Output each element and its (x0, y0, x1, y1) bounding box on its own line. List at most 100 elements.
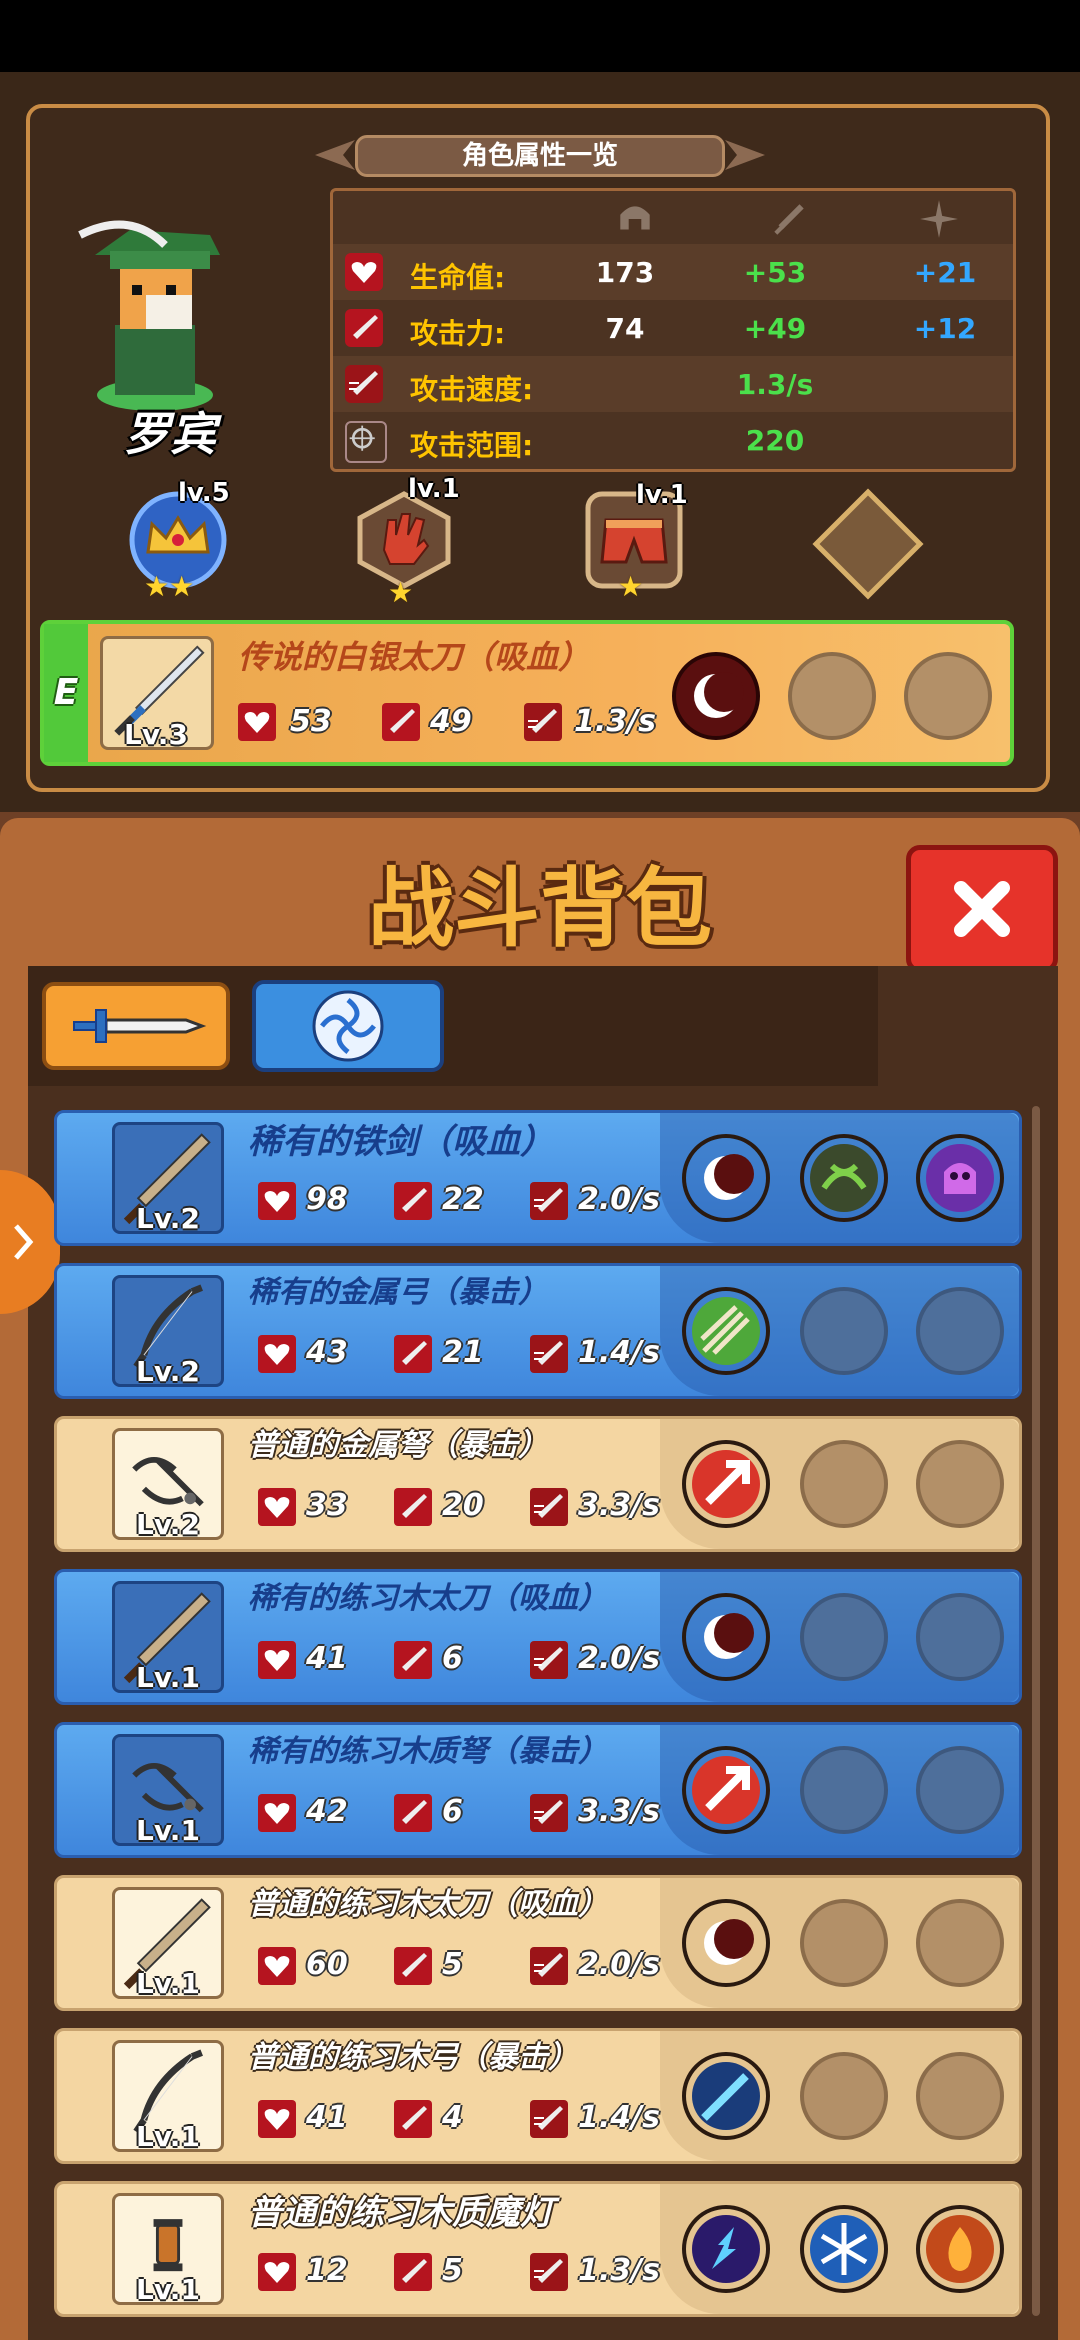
equipped-weapon-atk: 49 (430, 704, 472, 739)
item-hp: 12 (306, 2253, 348, 2288)
item-level: Lv.1 (136, 1661, 200, 1694)
crosshair-icon (345, 421, 387, 463)
snowflake-skill-icon[interactable] (800, 2205, 888, 2293)
item-atk: 6 (442, 1794, 463, 1829)
empty-skill-slot-icon[interactable] (800, 1593, 888, 1681)
stat-blue-hp: +21 (913, 256, 977, 289)
character-name: 罗宾 (124, 407, 216, 461)
empty-skill-slot-icon[interactable] (800, 1287, 888, 1375)
thorn-skill-icon[interactable] (800, 1134, 888, 1222)
empty-skill-slot-icon[interactable] (904, 652, 992, 740)
sword-atk-icon (382, 703, 420, 741)
glove-slot-icon[interactable] (354, 490, 454, 590)
heart-icon (258, 1794, 296, 1832)
heart-icon (258, 2253, 296, 2291)
sword-atk-icon (394, 1488, 432, 1526)
stat-label-hp: 生命值: (410, 261, 506, 294)
sword-atk-icon (394, 1335, 432, 1373)
empty-skill-slot-icon[interactable] (916, 1440, 1004, 1528)
item-name: 稀有的铁剑（吸血） (248, 1122, 554, 1162)
scrollbar[interactable] (1032, 1106, 1040, 2316)
heart-icon (258, 1947, 296, 1985)
ghost-skill-icon[interactable] (916, 1134, 1004, 1222)
item-atk: 21 (442, 1335, 484, 1370)
empty-skill-slot-icon[interactable] (800, 1899, 888, 1987)
equipped-weapon-hp: 53 (290, 704, 332, 739)
item-hp: 33 (306, 1488, 348, 1523)
helmet-icon (620, 206, 650, 230)
item-atk: 5 (442, 2253, 463, 2288)
swirl-tab-icon (312, 990, 384, 1062)
sword-speed-icon (530, 1488, 568, 1526)
heart-icon (258, 1335, 296, 1373)
stat-base-atk: 74 (605, 312, 645, 345)
empty-skill-slot-icon[interactable] (800, 1440, 888, 1528)
stat-green-speed: 1.3/s (736, 368, 814, 401)
stat-green-range: 220 (745, 424, 805, 457)
sparkle-header-icon (920, 200, 958, 238)
sword-atk-icon (394, 1182, 432, 1220)
sword-atk-icon (394, 1947, 432, 1985)
item-hp: 42 (306, 1794, 348, 1829)
equipped-weapon-speed: 1.3/s (574, 704, 656, 739)
shorts-stars: ★ (618, 570, 644, 603)
item-name: 稀有的金属弓（暴击） (248, 1275, 548, 1310)
heart-icon (258, 1182, 296, 1220)
item-hp: 41 (306, 1641, 348, 1676)
sword-atk-icon (394, 2253, 432, 2291)
character-avatar-icon[interactable] (70, 215, 240, 415)
item-name: 普通的练习木弓（暴击） (248, 2040, 578, 2075)
tab-weapons[interactable] (42, 982, 230, 1070)
empty-slot-icon[interactable] (810, 486, 926, 602)
arrow-up-skill-icon[interactable] (682, 1440, 770, 1528)
sword-speed-icon (524, 703, 562, 741)
item-name: 普通的练习木质魔灯 (248, 2193, 554, 2233)
item-atk: 20 (442, 1488, 484, 1523)
sword-speed-icon (530, 1641, 568, 1679)
tab-skills[interactable] (252, 980, 444, 1072)
item-atk: 22 (442, 1182, 484, 1217)
bag-title: 战斗背包 (368, 859, 712, 959)
fire-skill-icon[interactable] (916, 2205, 1004, 2293)
item-hp: 98 (306, 1182, 348, 1217)
chevron-right-icon (14, 1224, 34, 1260)
empty-skill-slot-icon[interactable] (916, 1287, 1004, 1375)
item-name: 普通的金属弩（暴击） (248, 1428, 548, 1463)
crescent-skill-icon[interactable] (682, 1134, 770, 1222)
item-speed: 1.4/s (578, 1335, 660, 1370)
sword-speed-icon (530, 1182, 568, 1220)
heart-icon (258, 2100, 296, 2138)
lightning-skill-icon[interactable] (682, 2205, 770, 2293)
item-level: Lv.2 (136, 1508, 200, 1541)
sword-atk-icon (345, 309, 383, 347)
crescent-skill-icon[interactable] (672, 652, 760, 740)
crescent-skill-icon[interactable] (682, 1593, 770, 1681)
ice-arrow-skill-icon[interactable] (682, 2052, 770, 2140)
arrows-skill-icon[interactable] (682, 1287, 770, 1375)
sword-speed-icon (530, 1335, 568, 1373)
equipped-weapon-name: 传说的白银太刀（吸血） (238, 638, 591, 676)
item-level: Lv.1 (136, 2273, 200, 2306)
stat-green-atk: +49 (743, 312, 807, 345)
item-name: 稀有的练习木质弩（暴击） (248, 1734, 608, 1769)
item-level: Lv.2 (136, 1202, 200, 1235)
close-button[interactable] (906, 845, 1058, 973)
sword-header-icon (774, 204, 804, 235)
item-speed: 3.3/s (578, 1794, 660, 1829)
empty-skill-slot-icon[interactable] (788, 652, 876, 740)
empty-skill-slot-icon[interactable] (916, 1899, 1004, 1987)
item-speed: 2.0/s (578, 1641, 660, 1676)
item-level: Lv.1 (136, 1967, 200, 2000)
empty-skill-slot-icon[interactable] (916, 1593, 1004, 1681)
grade-tab: E (44, 624, 88, 762)
side-expand-button[interactable] (0, 1170, 60, 1314)
empty-skill-slot-icon[interactable] (916, 2052, 1004, 2140)
crescent-skill-icon[interactable] (682, 1899, 770, 1987)
empty-skill-slot-icon[interactable] (800, 1746, 888, 1834)
empty-skill-slot-icon[interactable] (800, 2052, 888, 2140)
arrow-up-skill-icon[interactable] (682, 1746, 770, 1834)
empty-skill-slot-icon[interactable] (916, 1746, 1004, 1834)
glove-stars: ★ (388, 576, 414, 609)
item-name: 稀有的练习木太刀（吸血） (248, 1581, 608, 1616)
item-hp: 41 (306, 2100, 348, 2135)
